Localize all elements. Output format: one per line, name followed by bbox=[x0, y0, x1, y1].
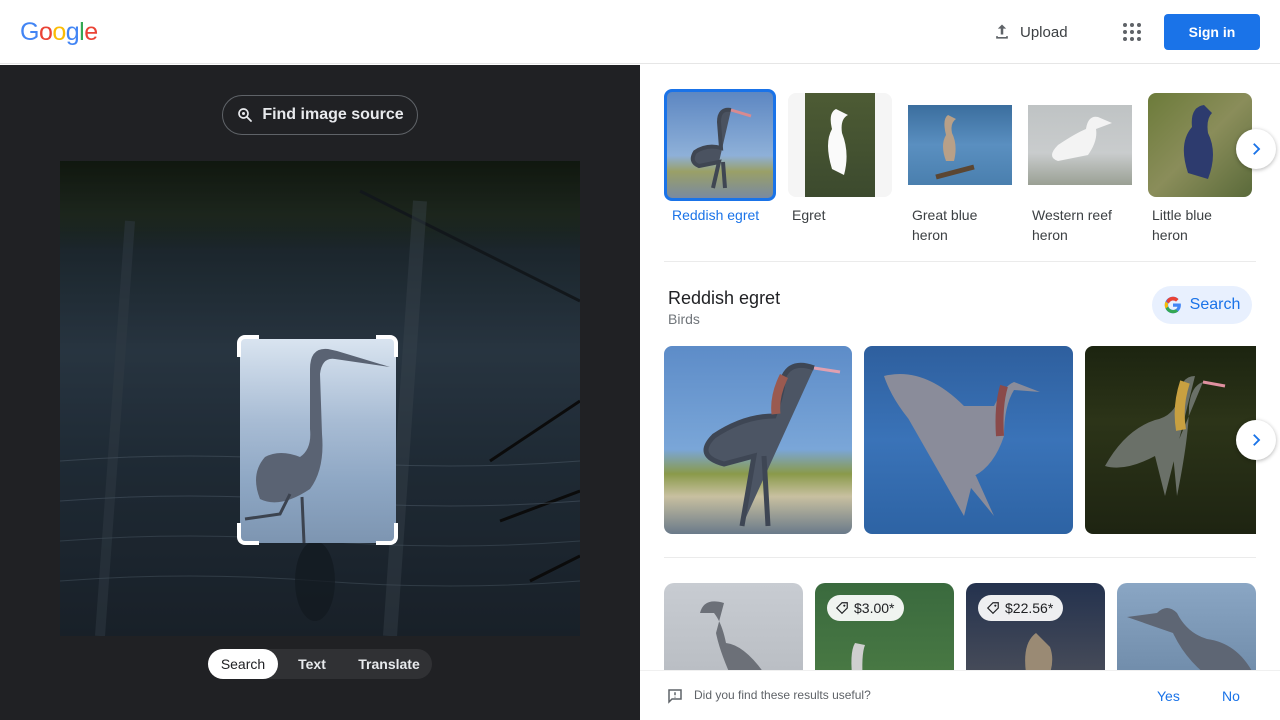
google-g-icon bbox=[1164, 296, 1181, 314]
visual-match-4[interactable] bbox=[1117, 583, 1256, 683]
selected-region[interactable] bbox=[240, 339, 396, 543]
heron-art bbox=[244, 348, 390, 543]
crop-handle-bottom-left[interactable] bbox=[237, 523, 259, 545]
crop-handle-top-right[interactable] bbox=[376, 335, 398, 357]
great-blue-heron-thumb-art bbox=[935, 115, 975, 180]
find-image-source-label: Find image source bbox=[262, 106, 404, 123]
upload-label: Upload bbox=[1020, 23, 1068, 41]
feedback-bar: Did you find these results useful? Yes N… bbox=[640, 670, 1280, 720]
price-tag: $3.00* bbox=[827, 595, 905, 621]
result-image-1[interactable] bbox=[664, 346, 852, 534]
result-image-3-art bbox=[1105, 376, 1226, 496]
results-panel: Reddish egret Egret Great blue heron Wes… bbox=[640, 65, 1280, 720]
crop-handle-bottom-right[interactable] bbox=[376, 523, 398, 545]
visual-match-1-art bbox=[700, 601, 784, 683]
sign-in-button[interactable]: Sign in bbox=[1164, 14, 1260, 50]
feedback-icon bbox=[668, 689, 682, 704]
upload-icon bbox=[996, 24, 1008, 39]
top-bar: Google Upload Sign in bbox=[0, 0, 1280, 64]
price-label: $22.56* bbox=[1005, 600, 1054, 616]
suggestion-thumb-egret[interactable] bbox=[788, 93, 892, 197]
image-panel: Find image source Search Text Translate bbox=[0, 65, 640, 720]
entity-title: Reddish egret bbox=[668, 288, 781, 308]
suggestion-label-western-reef-heron[interactable]: Western reef heron bbox=[1032, 205, 1128, 245]
reddish-egret-thumb-art bbox=[690, 107, 752, 189]
divider bbox=[664, 557, 1256, 558]
mode-switcher: Search Text Translate bbox=[208, 649, 432, 679]
suggestion-thumb-western-reef-heron[interactable] bbox=[1028, 105, 1132, 185]
visual-match-1[interactable] bbox=[664, 583, 803, 683]
feedback-yes-button[interactable]: Yes bbox=[1157, 688, 1180, 704]
price-tag: $22.56* bbox=[978, 595, 1064, 621]
entity-search-label: Search bbox=[1189, 296, 1241, 313]
suggestion-label-reddish-egret[interactable]: Reddish egret bbox=[672, 205, 782, 225]
suggestion-label-egret[interactable]: Egret bbox=[792, 205, 902, 225]
tag-icon bbox=[835, 602, 848, 615]
entity-search-button[interactable]: Search bbox=[1152, 286, 1252, 324]
tag-icon bbox=[986, 602, 999, 615]
result-image-2-art bbox=[884, 374, 1040, 516]
visual-match-2[interactable]: $3.00* bbox=[815, 583, 954, 683]
mode-text-tab[interactable]: Text bbox=[278, 649, 346, 679]
lens-search-icon bbox=[238, 108, 253, 122]
egret-thumb-art bbox=[828, 109, 848, 175]
price-label: $3.00* bbox=[854, 600, 895, 616]
entity-subtitle: Birds bbox=[668, 311, 700, 327]
feedback-no-button[interactable]: No bbox=[1222, 688, 1240, 704]
chevron-right-icon bbox=[1253, 143, 1261, 155]
crop-handle-top-left[interactable] bbox=[237, 335, 259, 357]
result-image-3[interactable] bbox=[1085, 346, 1256, 534]
suggestion-thumb-great-blue-heron[interactable] bbox=[908, 105, 1012, 185]
result-image-2[interactable] bbox=[864, 346, 1073, 534]
google-logo[interactable]: Google bbox=[20, 18, 98, 47]
apps-grid-icon[interactable] bbox=[1120, 20, 1144, 44]
upload-button[interactable]: Upload bbox=[992, 18, 1068, 46]
visual-match-4-art bbox=[1127, 608, 1253, 683]
results-next-button[interactable] bbox=[1236, 420, 1276, 460]
mode-translate-tab[interactable]: Translate bbox=[346, 649, 432, 679]
find-image-source-button[interactable]: Find image source bbox=[222, 95, 418, 135]
suggestion-label-little-blue-heron[interactable]: Little blue heron bbox=[1152, 205, 1248, 245]
suggestion-thumb-reddish-egret[interactable] bbox=[664, 89, 776, 201]
suggestions-next-button[interactable] bbox=[1236, 129, 1276, 169]
chevron-right-icon bbox=[1253, 434, 1261, 446]
visual-match-3[interactable]: $22.56* bbox=[966, 583, 1105, 683]
feedback-question: Did you find these results useful? bbox=[694, 688, 871, 702]
result-image-1-art bbox=[703, 362, 841, 527]
suggestion-label-great-blue-heron[interactable]: Great blue heron bbox=[912, 205, 1008, 245]
mode-search-tab[interactable]: Search bbox=[208, 649, 278, 679]
western-reef-heron-thumb-art bbox=[1052, 116, 1112, 161]
divider bbox=[664, 261, 1256, 262]
